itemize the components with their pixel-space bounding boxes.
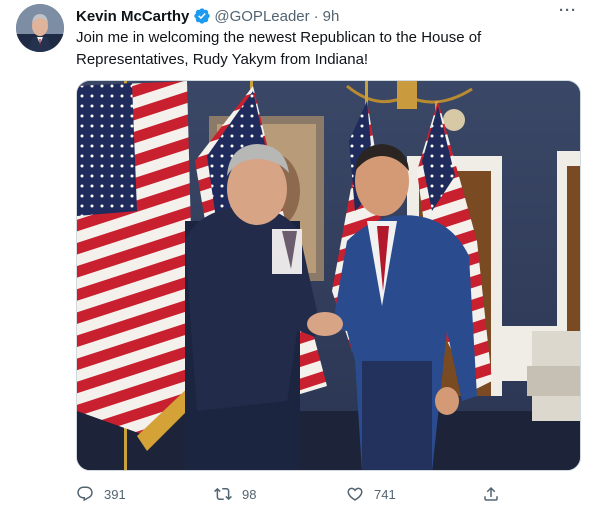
retweet-button[interactable]: 98 xyxy=(214,482,256,506)
avatar[interactable] xyxy=(16,4,64,52)
tweet-timestamp[interactable]: 9h xyxy=(323,8,340,25)
like-count: 741 xyxy=(374,486,396,502)
retweet-icon xyxy=(214,487,232,501)
tweet-text: Join me in welcoming the newest Republic… xyxy=(76,27,576,71)
retweet-count: 98 xyxy=(242,486,257,502)
tweet-actions: 391 98 741 xyxy=(76,482,506,506)
share-icon xyxy=(484,486,498,501)
separator-dot: · xyxy=(313,7,319,25)
tweet-text-line-1: Join me in welcoming the newest Republic… xyxy=(76,29,482,46)
author-display-name[interactable]: Kevin McCarthy xyxy=(76,8,189,25)
reply-button[interactable]: 391 xyxy=(76,482,126,506)
like-icon xyxy=(347,487,363,501)
tweet-photo[interactable] xyxy=(76,80,581,471)
author-handle[interactable]: @GOPLeader xyxy=(214,8,309,25)
like-button[interactable]: 741 xyxy=(346,482,396,506)
tweet: Kevin McCarthy @GOPLeader · 9h ··· Join … xyxy=(0,0,593,515)
tweet-text-line-2: Representatives, Rudy Yakym from Indiana… xyxy=(76,51,369,68)
more-icon[interactable]: ··· xyxy=(555,2,581,22)
tweet-header: Kevin McCarthy @GOPLeader · 9h xyxy=(76,6,577,26)
share-button[interactable] xyxy=(482,482,510,506)
reply-icon xyxy=(77,486,93,502)
verified-badge-icon xyxy=(193,7,211,25)
reply-count: 391 xyxy=(104,486,126,502)
